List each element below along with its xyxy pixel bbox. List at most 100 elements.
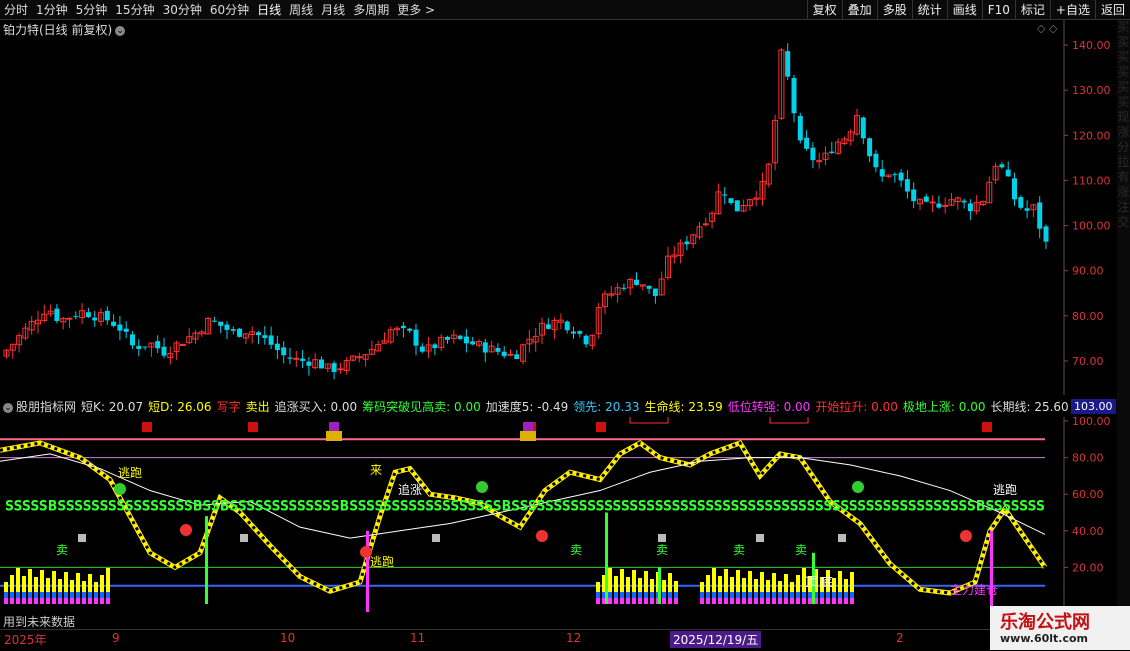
period-tab-5[interactable]: 60分钟 xyxy=(206,0,253,20)
candle-body xyxy=(54,308,60,321)
action-button-6[interactable]: 标记 xyxy=(1014,0,1050,20)
pink-signal-bar xyxy=(366,530,369,612)
volume-bar xyxy=(10,598,14,604)
volume-bar xyxy=(632,598,636,604)
volume-bar xyxy=(778,592,782,598)
candle-body xyxy=(804,137,810,149)
indicator-values-bar: ⌄ 股朋指标网 短K: 20.07 短D: 26.06 写字 卖出 追涨买入: 0.00 筹码… xyxy=(0,397,1118,417)
volume-bar xyxy=(730,598,734,604)
volume-bar xyxy=(712,568,716,592)
volume-bar xyxy=(802,598,806,604)
volume-bar xyxy=(760,592,764,598)
volume-bar xyxy=(718,592,722,598)
action-button-7[interactable]: +自选 xyxy=(1049,0,1095,20)
period-tab-9[interactable]: 多周期 xyxy=(349,0,393,20)
candle-body xyxy=(218,321,224,326)
volume-bar xyxy=(700,592,704,598)
candle-body xyxy=(306,361,312,366)
volume-bar xyxy=(596,598,600,604)
period-tab-2[interactable]: 5分钟 xyxy=(72,0,112,20)
period-toolbar: 分时 1分钟 5分钟 15分钟 30分钟 60分钟 日线 周线 月线 多周期 更多 > 复权 叠加 多股… xyxy=(0,0,1130,20)
volume-bar xyxy=(778,598,782,604)
volume-bar xyxy=(632,592,636,598)
action-buttons: 复权 叠加 多股 统计 画线 F10 标记 +自选 返回 xyxy=(806,0,1130,20)
date-tick: 11 xyxy=(410,631,426,645)
candle-body xyxy=(123,328,129,332)
volume-bar xyxy=(46,598,50,604)
volume-bar xyxy=(668,592,672,598)
indicator-settings-icon[interactable]: ⌄ xyxy=(3,402,13,413)
volume-bar xyxy=(94,582,98,592)
indicator-value-11: 开始拉升: 0.00 xyxy=(815,400,898,414)
candle-body xyxy=(1043,226,1049,242)
volume-bar xyxy=(608,568,612,592)
candle-body xyxy=(155,341,161,349)
volume-bar xyxy=(844,579,848,592)
candle-body xyxy=(85,312,91,318)
indicator-value-8: 领先: 20.33 xyxy=(573,400,640,414)
volume-bar xyxy=(40,592,44,598)
texture-char: 买 xyxy=(1117,80,1130,94)
purple-marker xyxy=(523,422,533,431)
indicator-tick-label: 80.00 xyxy=(1072,452,1104,465)
signal-s-band: SSSSSBSSSSSSSSSSSSSSSSBSSBSSSSSSSSSSSSSB… xyxy=(5,499,1045,515)
candle-body xyxy=(911,189,917,202)
candle-body xyxy=(898,172,904,181)
candle-body xyxy=(501,351,507,357)
volume-bar xyxy=(662,598,666,604)
date-tick: 2 xyxy=(896,631,904,645)
gold-marker xyxy=(326,431,342,441)
candle-body xyxy=(961,200,967,203)
indicator-tick-label: 100.00 xyxy=(1072,417,1111,428)
volume-bar xyxy=(106,592,110,598)
volume-bar xyxy=(650,592,654,598)
candle-body xyxy=(1037,202,1043,229)
indicator-label: 卖 xyxy=(733,543,745,557)
period-tab-1[interactable]: 1分钟 xyxy=(32,0,72,20)
volume-bar xyxy=(772,592,776,598)
texture-char: 分 xyxy=(1117,140,1130,154)
indicator-label: 卖 xyxy=(795,543,807,557)
period-tab-4[interactable]: 30分钟 xyxy=(159,0,206,20)
volume-bar xyxy=(82,592,86,598)
future-data-note: 用到未来数据 xyxy=(3,615,76,629)
indicator-value-2: 短D: 26.06 xyxy=(148,400,212,414)
period-tab-0[interactable]: 分时 xyxy=(0,0,32,20)
volume-bar xyxy=(850,592,854,598)
texture-char: 买 xyxy=(1117,20,1130,34)
volume-bar xyxy=(638,592,642,598)
volume-bar xyxy=(4,598,8,604)
volume-bar xyxy=(82,581,86,592)
action-button-3[interactable]: 统计 xyxy=(911,0,947,20)
volume-bar xyxy=(28,592,32,598)
period-tab-8[interactable]: 月线 xyxy=(317,0,349,20)
round-badge xyxy=(476,481,488,493)
date-axis: 2025年 9 10 11 12 2 2025/12/19/五 xyxy=(0,629,1130,651)
volume-bar xyxy=(16,598,20,604)
action-button-5[interactable]: F10 xyxy=(981,0,1015,20)
period-tab-10[interactable]: 更多 > xyxy=(393,0,439,20)
texture-char: 买 xyxy=(1117,95,1130,109)
candle-body xyxy=(237,328,243,337)
volume-bar xyxy=(850,598,854,604)
action-button-8[interactable]: 返回 xyxy=(1094,0,1130,20)
period-tab-3[interactable]: 15分钟 xyxy=(111,0,158,20)
volume-bar xyxy=(766,592,770,598)
period-tab-6[interactable]: 日线 xyxy=(253,0,285,20)
volume-bar xyxy=(4,592,8,598)
period-tab-7[interactable]: 周线 xyxy=(285,0,317,20)
candle-body xyxy=(224,324,230,330)
action-button-0[interactable]: 复权 xyxy=(806,0,842,20)
volume-bar xyxy=(632,570,636,592)
action-button-1[interactable]: 叠加 xyxy=(841,0,877,20)
candle-body xyxy=(104,310,110,321)
volume-bar xyxy=(10,592,14,598)
date-tick: 9 xyxy=(112,631,120,645)
indicator-label: 追涨 xyxy=(398,482,422,497)
action-button-4[interactable]: 画线 xyxy=(946,0,982,20)
volume-bar xyxy=(626,577,630,592)
texture-char: 有 xyxy=(1117,170,1130,184)
volume-bar xyxy=(668,598,672,604)
volume-bar xyxy=(832,592,836,598)
action-button-2[interactable]: 多股 xyxy=(876,0,912,20)
